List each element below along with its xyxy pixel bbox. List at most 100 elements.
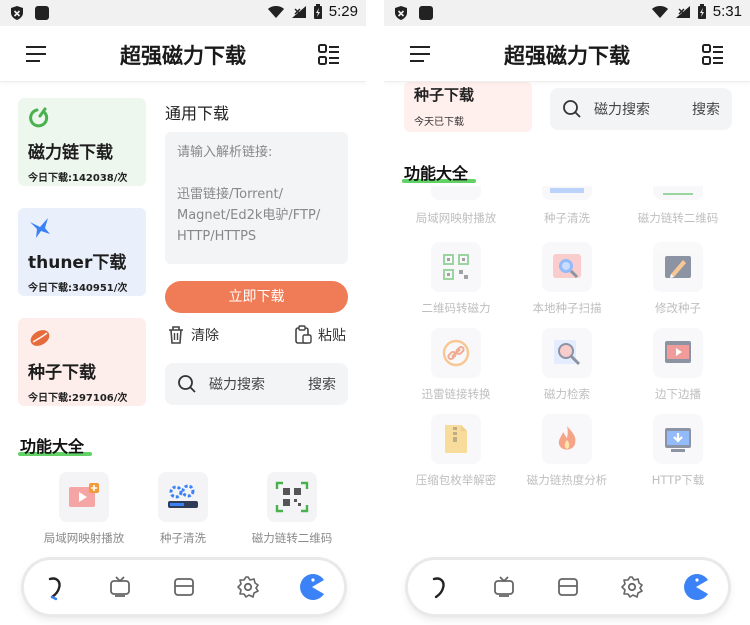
nav-settings[interactable] [231,570,265,604]
feature-label: 种子清洗 [544,211,590,225]
paste-button[interactable]: 粘贴 [294,325,346,345]
card-magnet-download[interactable]: 磁力链下载 今日下载:142038/次 [18,98,146,186]
link-input[interactable]: 请输入解析链接: 迅雷链接/Torrent/ Magnet/Ed2k电驴/FTP… [165,132,348,264]
feature-magnet-search[interactable]: 磁力检索 [512,328,622,402]
feature-heat-analysis[interactable]: 磁力链热度分析 [512,414,622,488]
shield-icon [11,6,23,20]
feature-magnet-to-qr[interactable]: 磁力链转二维码 [237,472,347,546]
nav-settings[interactable] [615,570,649,604]
lan-cast-icon [69,483,99,507]
edit-icon [665,256,691,278]
card-title: thuner下载 [28,253,127,273]
phone-screen-left: 5:29 超强磁力下载 磁力链下载 今日下载:142038/次 thuner下载… [0,0,366,625]
feature-label: 压缩包枚举解密 [415,473,497,487]
magnet-search-bar[interactable]: 磁力搜索 搜索 [550,88,732,130]
feature-stream-download[interactable]: 边下边播 [623,328,733,402]
list-icon[interactable] [702,44,724,66]
feature-lan-cast[interactable]: 局域网映射播放 [29,472,139,546]
feature-label: 二维码转磁力 [421,301,491,315]
search-button[interactable]: 搜索 [308,374,336,394]
feature-qr-to-magnet[interactable]: 二维码转磁力 [401,242,511,316]
magnet-icon [29,107,49,128]
general-download-panel: 通用下载 请输入解析链接: 迅雷链接/Torrent/ Magnet/Ed2k电… [165,100,348,405]
paste-icon [295,325,312,344]
nav-home[interactable] [423,570,457,604]
tv-icon [494,576,514,597]
link-placeholder-line: HTTP/HTTPS [177,229,257,244]
seed-icon [30,330,50,346]
search-icon [563,100,581,118]
pacman-icon [684,574,708,600]
nav-profile[interactable] [679,570,713,604]
nav-tv[interactable] [487,570,521,604]
nav-profile[interactable] [295,570,329,604]
link-placeholder-line: 迅雷链接/Torrent/ [177,187,283,202]
features-title: 功能大全 [18,433,92,457]
battery-icon [697,3,706,19]
feature-http-download[interactable]: HTTP下载 [623,414,733,488]
feature-edit-seed[interactable]: 修改种子 [623,242,733,316]
nav-files[interactable] [551,570,585,604]
feature-magnet-to-qr[interactable]: 磁力链转二维码 [623,186,733,226]
feature-seed-clean[interactable]: 种子清洗 [512,186,622,226]
magnet-icon [48,577,61,601]
feature-label: 种子清洗 [160,531,206,545]
card-seed-download[interactable]: 种子下载 今日下载:297106/次 [18,318,146,406]
qr-code-icon [443,254,469,280]
bird-icon [30,218,50,238]
link-placeholder-line: 请输入解析链接: [177,145,273,160]
video-player-icon [665,341,691,363]
list-icon[interactable] [318,44,340,66]
download-now-button[interactable]: 立即下载 [165,281,348,313]
trash-icon [169,326,183,344]
nav-files[interactable] [167,570,201,604]
feature-lan-cast[interactable]: 局域网映射播放 [401,186,511,226]
gear-icon [621,576,643,598]
screenshot-canvas: 5:29 超强磁力下载 磁力链下载 今日下载:142038/次 thuner下载… [0,0,750,625]
flame-icon [558,426,576,450]
app-bar: 超强磁力下载 [384,26,750,82]
archive-icon [445,425,467,453]
status-bar: 5:31 [384,0,750,26]
search-button[interactable]: 搜索 [692,99,720,119]
general-download-title: 通用下载 [165,104,230,123]
card-title: 种子下载 [414,86,475,104]
feature-seed-clean[interactable]: 种子清洗 [128,472,238,546]
status-time: 5:31 [712,3,742,20]
nav-tv[interactable] [103,570,137,604]
gears-icon [168,484,198,508]
app-bar: 超强磁力下载 [0,26,366,82]
gear-icon [237,576,259,598]
card-seed-download[interactable]: 种子下载 今天已下载 [404,82,532,132]
wifi-icon [651,5,668,18]
tv-icon [110,576,130,597]
nav-home[interactable] [39,570,73,604]
shield-icon [395,6,407,20]
download-icon [665,428,691,452]
search-label: 磁力搜索 [594,102,650,118]
magnet-search-bar[interactable]: 磁力搜索 搜索 [165,363,348,405]
feature-label: HTTP下载 [651,473,705,487]
feature-label: 修改种子 [655,301,701,315]
square-icon [419,6,433,20]
card-thunder-download[interactable]: thuner下载 今日下载:340951/次 [18,208,146,296]
magnet-icon [432,577,445,599]
card-title: 磁力链下载 [28,143,113,163]
card-stat: 今日下载:297106/次 [28,393,128,404]
clear-button[interactable]: 清除 [167,325,219,345]
card-stat: 今日下载:142038/次 [28,173,128,184]
feature-local-seed-scan[interactable]: 本地种子扫描 [512,242,622,316]
feature-thunder-convert[interactable]: 迅雷链接转换 [401,328,511,402]
feature-label: 迅雷链接转换 [421,387,491,401]
feature-label: 磁力链转二维码 [637,211,719,225]
qr-scan-icon [275,481,309,513]
square-icon [35,6,49,20]
feature-label: 边下边播 [655,387,701,401]
signal-icon [675,5,690,18]
feature-archive-decrypt[interactable]: 压缩包枚举解密 [401,414,511,488]
cards-icon [558,578,578,596]
wifi-icon [267,5,284,18]
status-bar: 5:29 [0,0,366,26]
feature-label: 本地种子扫描 [532,301,602,315]
link-placeholder-line: Magnet/Ed2k电驴/FTP/ [177,208,321,223]
